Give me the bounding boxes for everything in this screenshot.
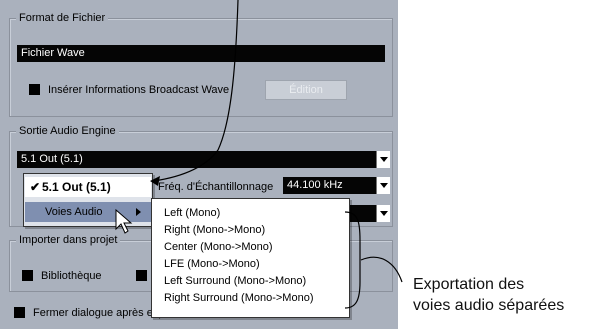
leader-arrow [153, 0, 239, 182]
annotation-leader [360, 256, 403, 283]
mouse-cursor-icon [115, 208, 133, 234]
bracket [344, 211, 361, 309]
annotation-line-1: Exportation des [413, 276, 525, 293]
annotation-line-2: voies audio séparées [413, 297, 565, 314]
arrowhead-icon [150, 176, 160, 186]
